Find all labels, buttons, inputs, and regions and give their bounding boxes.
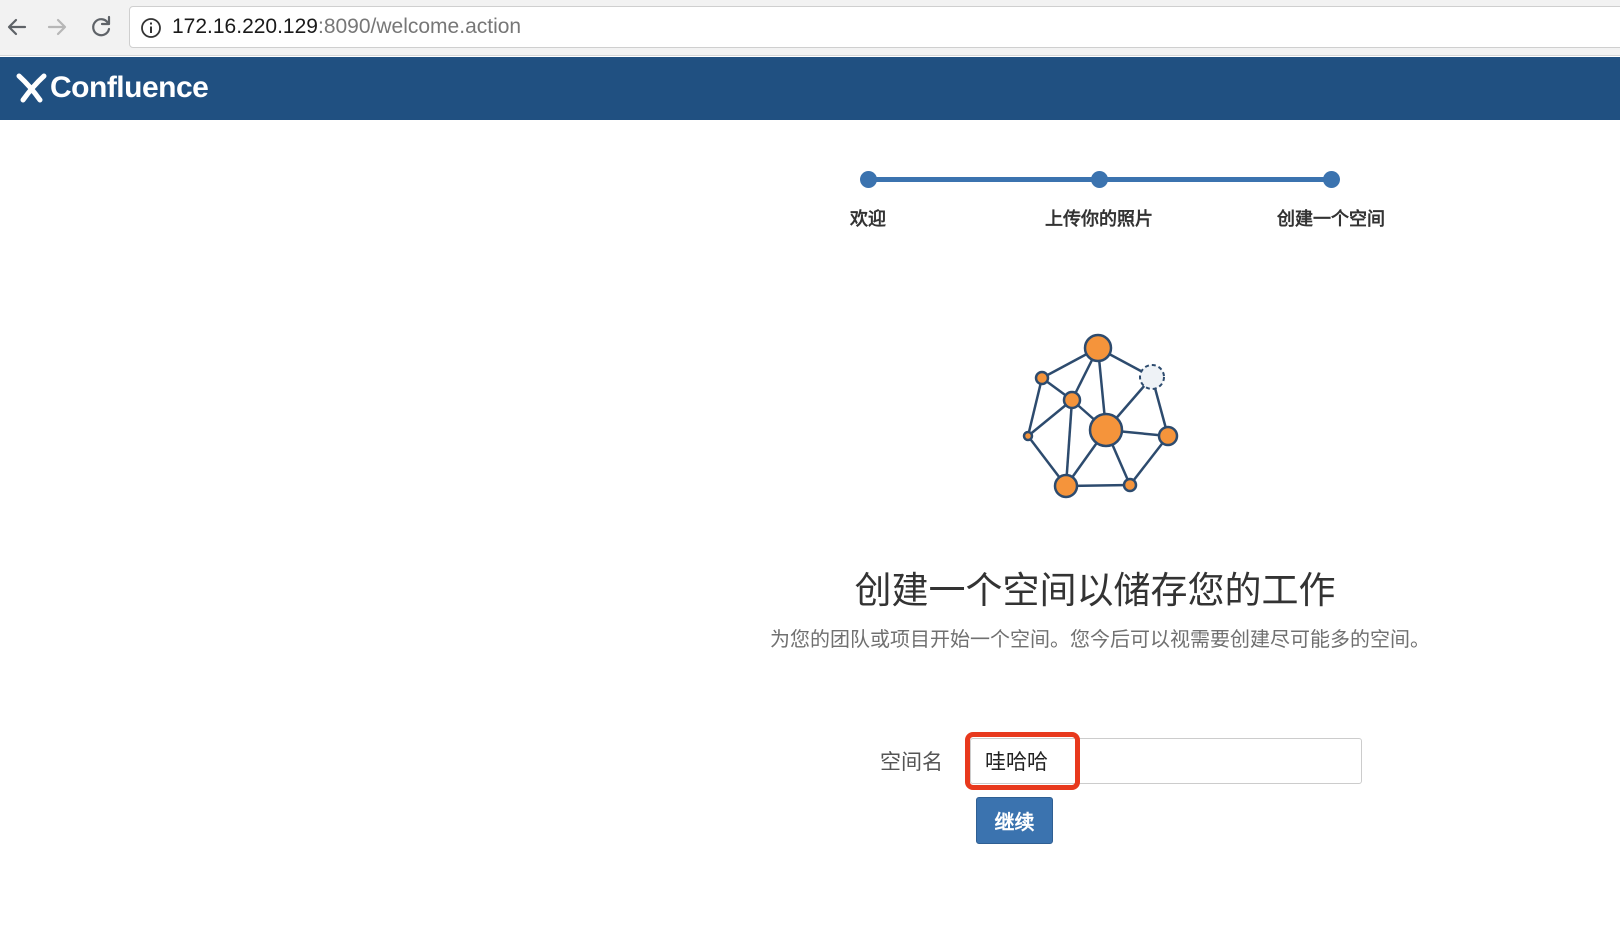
confluence-logo-icon	[16, 73, 47, 103]
progress-step-dot-photo	[1091, 171, 1108, 188]
space-name-label: 空间名	[880, 750, 943, 774]
url-text[interactable]: 172.16.220.129:8090/welcome.action	[172, 7, 521, 47]
reload-button[interactable]	[84, 10, 118, 44]
info-icon[interactable]	[140, 17, 162, 39]
logo-text: Confluence	[50, 71, 209, 104]
reload-icon	[92, 15, 111, 37]
arrow-left-icon	[7, 18, 27, 36]
url-path: :8090/welcome.action	[317, 15, 522, 38]
network-nodes-icon	[1022, 333, 1179, 499]
progress-tracker	[860, 168, 1340, 192]
url-host: 172.16.220.129	[172, 15, 318, 38]
address-bar[interactable]: 172.16.220.129:8090/welcome.action	[129, 6, 1620, 48]
forward-button[interactable]	[40, 10, 74, 44]
arrow-right-icon	[47, 18, 67, 36]
continue-button[interactable]: 继续	[976, 797, 1053, 844]
step-label-create-space: 创建一个空间	[1277, 209, 1385, 230]
browser-toolbar: 172.16.220.129:8090/welcome.action	[0, 0, 1620, 56]
step-label-upload-photo: 上传你的照片	[1045, 209, 1153, 230]
step-label-welcome: 欢迎	[850, 209, 886, 230]
space-name-input[interactable]	[970, 738, 1362, 784]
confluence-logo[interactable]: Confluence	[16, 67, 209, 109]
progress-step-dot-welcome	[860, 171, 877, 188]
back-button[interactable]	[0, 10, 34, 44]
app-header: Confluence	[0, 57, 1620, 120]
progress-step-dot-space	[1323, 171, 1340, 188]
page-description: 为您的团队或项目开始一个空间。您今后可以视需要创建尽可能多的空间。	[770, 627, 1430, 651]
page-title: 创建一个空间以储存您的工作	[854, 569, 1336, 612]
